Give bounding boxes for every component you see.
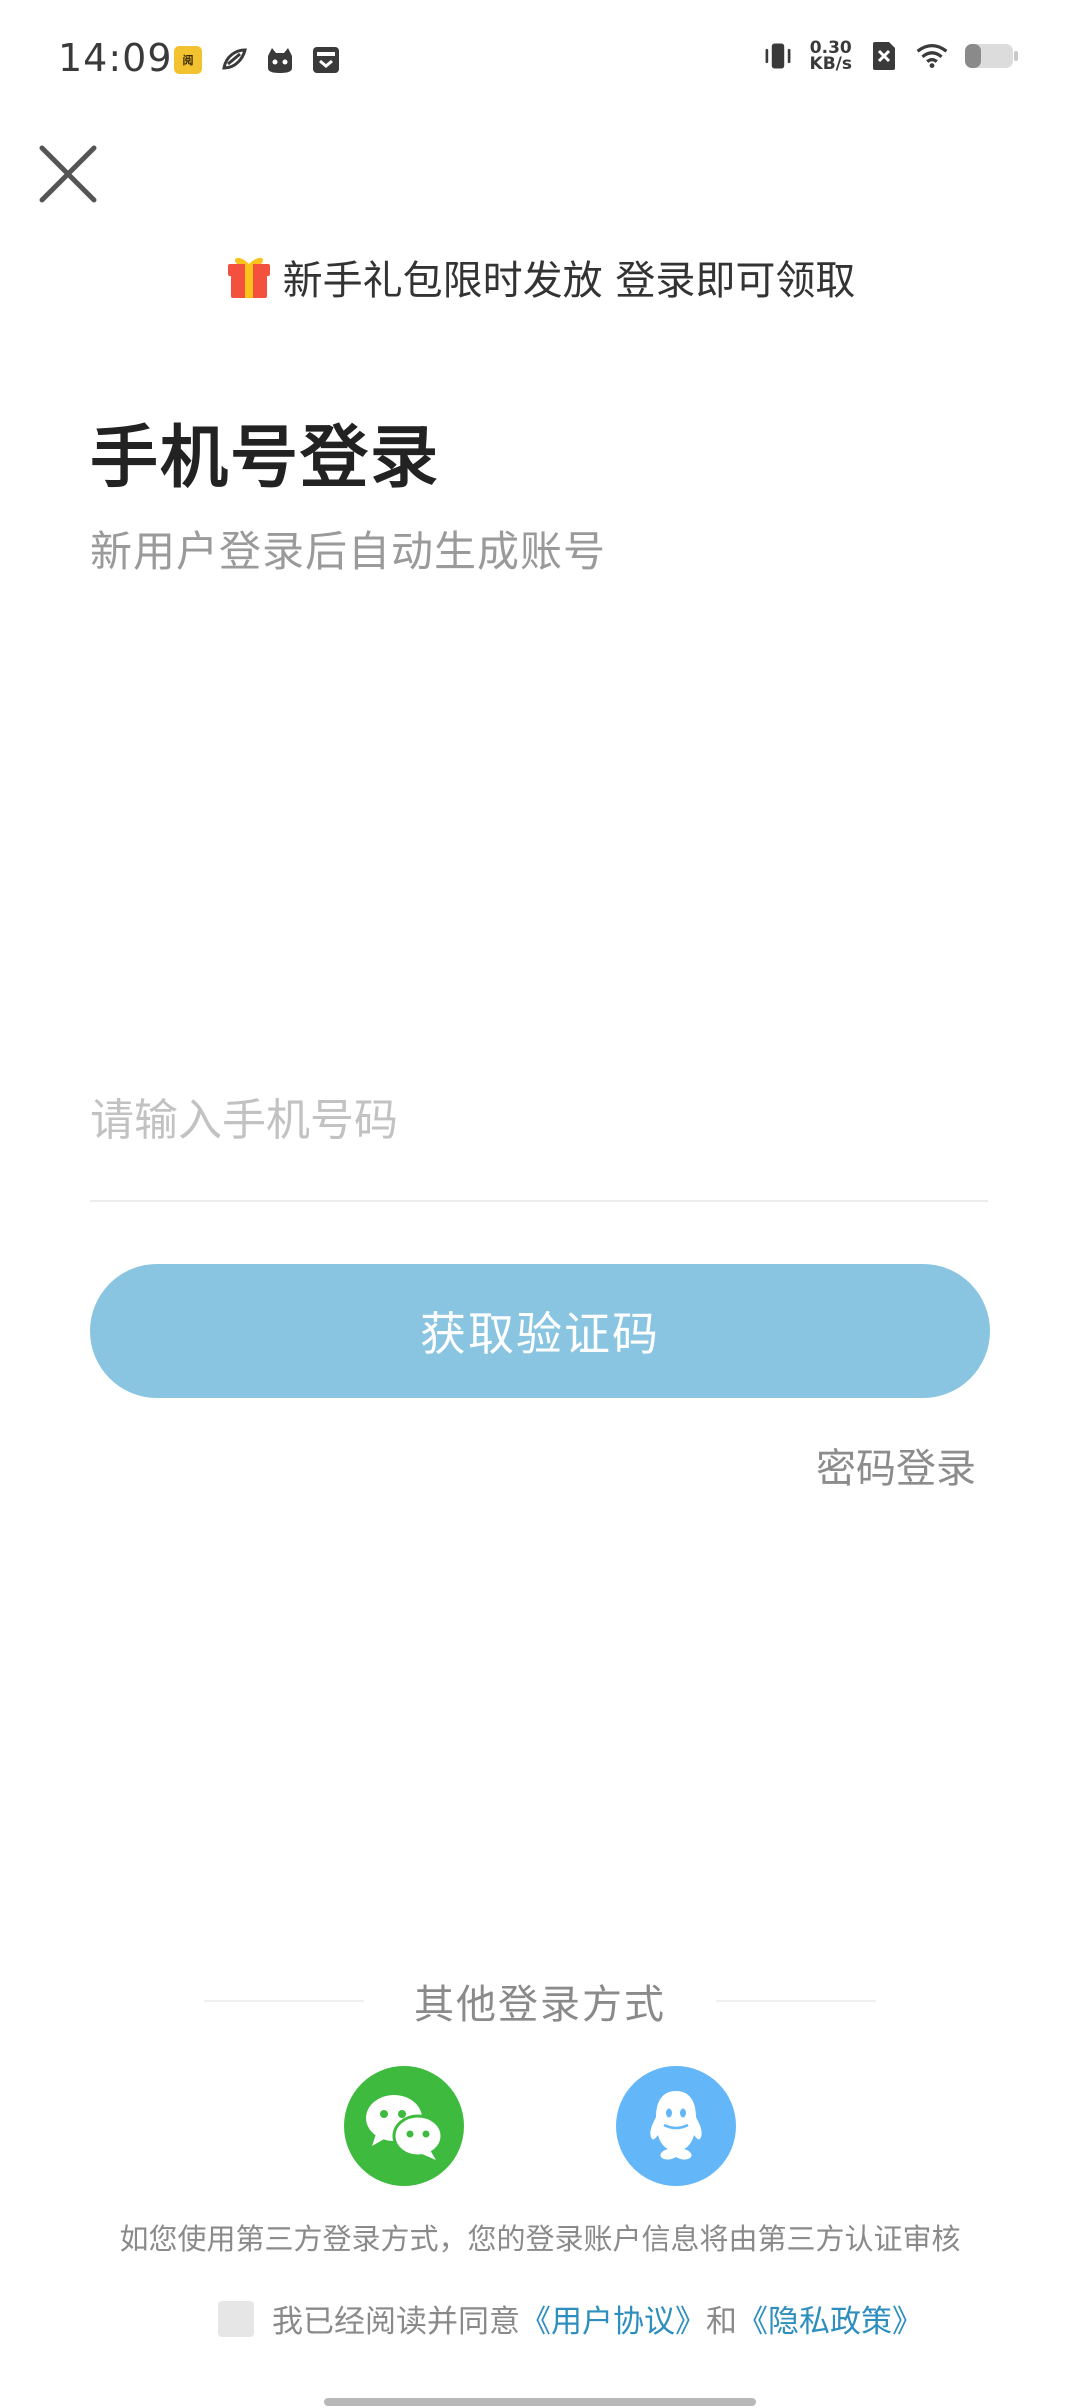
sim-blocked-icon [868,40,900,72]
reading-app-icon: 阅 [172,44,204,76]
promo-banner: 新手礼包限时发放 登录即可领取 [0,248,1080,306]
user-agreement-link[interactable]: 《用户协议》 [520,2296,706,2341]
privacy-policy-link[interactable]: 《隐私政策》 [737,2296,923,2341]
wechat-login-button[interactable] [344,2066,464,2186]
other-login-label: 其他登录方式 [414,1982,666,2028]
divider-right [716,2000,876,2002]
phone-number-input[interactable] [90,1080,988,1160]
svg-text:阅: 阅 [183,53,194,67]
battery-icon [964,40,1020,72]
other-login-header: 其他登录方式 [0,1972,1080,2030]
agreement-prefix: 我已经阅读并同意 [272,2304,520,2340]
get-verification-code-button[interactable]: 获取验证码 [90,1264,990,1398]
qq-icon [650,2091,702,2160]
wifi-icon [916,40,948,72]
close-button[interactable] [36,142,100,206]
agreement-checkbox[interactable] [218,2300,254,2337]
input-underline [90,1200,988,1202]
status-right-icons: 0.30 KB/s [762,40,1020,74]
password-login-link[interactable]: 密码登录 [816,1436,976,1494]
notification-icons: 阅 [172,44,342,76]
wechat-icon [366,2095,444,2160]
divider-left [204,2000,364,2002]
agreement-row: 我已经阅读并同意 《用户协议》 和 《隐私政策》 [218,2296,923,2341]
home-indicator[interactable] [324,2398,756,2406]
cat-app-icon [264,44,296,76]
third-party-notice: 如您使用第三方登录方式，您的登录账户信息将由第三方认证审核 [119,2222,961,2256]
status-time: 14:09 [58,36,173,80]
network-speed-unit: KB/s [809,54,852,74]
agreement-and: 和 [706,2304,737,2340]
vibrate-icon [762,40,794,72]
qq-login-button[interactable] [616,2066,736,2186]
gift-icon [225,250,273,304]
inbox-app-icon [310,44,342,76]
status-bar: 14:09 阅 0.30 KB/s [0,0,1080,120]
promo-text: 新手礼包限时发放 登录即可领取 [282,258,856,304]
close-icon [39,145,97,203]
page-title: 手机号登录 [90,419,441,498]
network-speed: 0.30 KB/s [809,40,852,74]
bird-app-icon [218,44,250,76]
page-subtitle: 新用户登录后自动生成账号 [90,527,607,576]
